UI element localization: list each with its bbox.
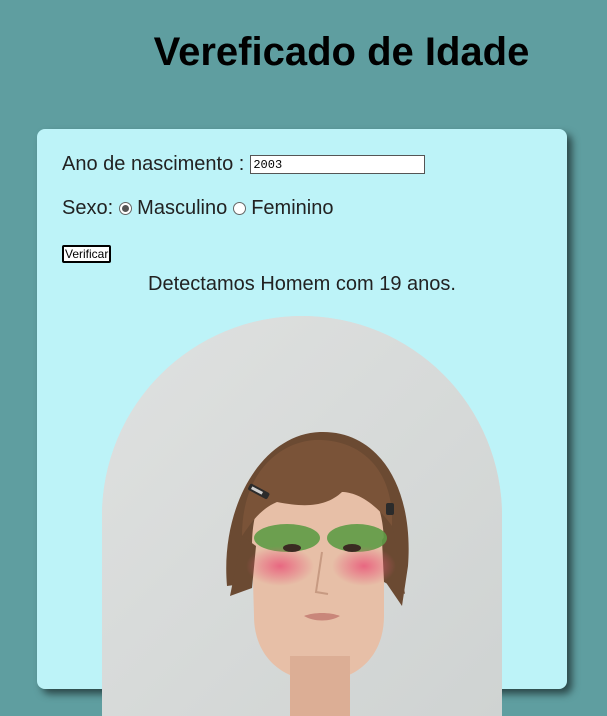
result-photo: [102, 316, 502, 716]
radio-masculino-label[interactable]: Masculino: [137, 197, 227, 220]
result-text: Detectamos Homem com 19 anos.: [148, 273, 456, 295]
age-check-card: Ano de nascimento : Sexo: Masculino Femi…: [37, 129, 567, 716]
birth-year-label: Ano de nascimento :: [62, 153, 245, 175]
radio-feminino-label[interactable]: Feminino: [251, 197, 333, 220]
verify-button[interactable]: Verificar: [62, 245, 112, 263]
birth-year-input[interactable]: [250, 155, 426, 174]
portrait-illustration: [102, 316, 502, 716]
page-title: Vereficado de Idade: [153, 30, 530, 74]
sex-row: Sexo: Masculino Feminino: [62, 197, 333, 220]
radio-feminino[interactable]: [233, 202, 247, 215]
radio-masculino[interactable]: [119, 202, 133, 215]
birth-year-row: Ano de nascimento :: [62, 153, 426, 176]
sex-label: Sexo:: [62, 197, 114, 219]
